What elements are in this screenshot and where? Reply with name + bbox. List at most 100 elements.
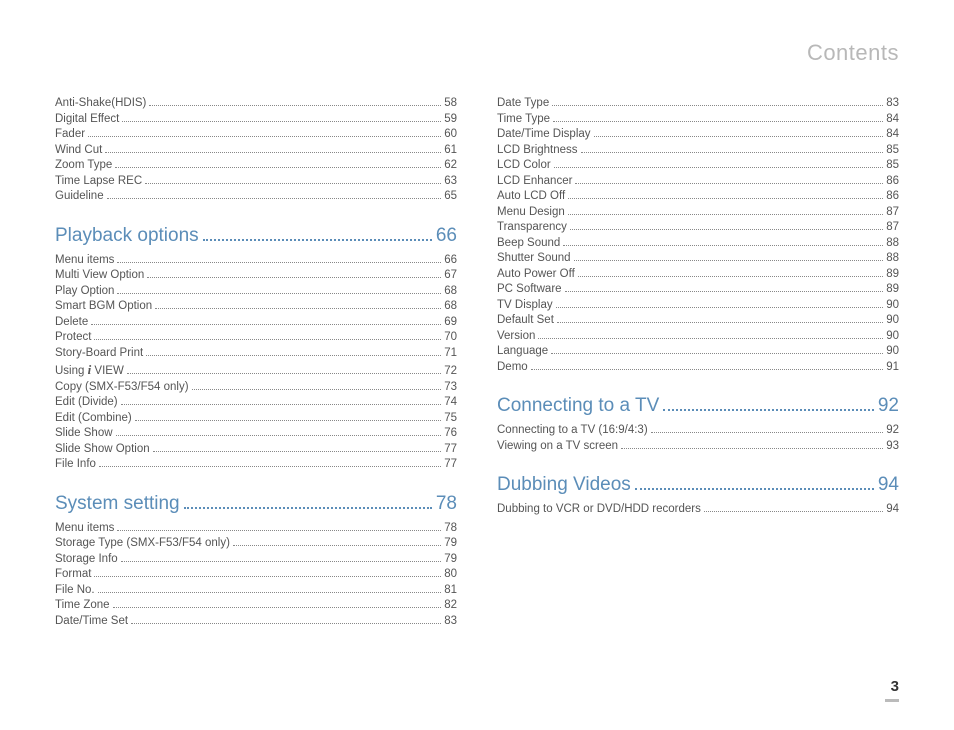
- toc-entry[interactable]: Fader60: [55, 127, 457, 143]
- toc-entry-label: Time Type: [497, 112, 550, 128]
- toc-entry[interactable]: Version90: [497, 329, 899, 345]
- toc-entry[interactable]: Storage Info79: [55, 552, 457, 568]
- toc-entry[interactable]: Beep Sound88: [497, 236, 899, 252]
- toc-entry-label: Protect: [55, 330, 91, 346]
- toc-entry[interactable]: File Info77: [55, 457, 457, 473]
- toc-entry-label: Auto Power Off: [497, 267, 575, 283]
- toc-leader-dots: [594, 136, 884, 137]
- toc-leader-dots: [575, 183, 883, 184]
- toc-entry-label: Slide Show: [55, 426, 113, 442]
- toc-leader-dots: [578, 276, 883, 277]
- toc-entry[interactable]: Format80: [55, 567, 457, 583]
- toc-entry[interactable]: Time Lapse REC63: [55, 174, 457, 190]
- toc-leader-dots: [553, 121, 883, 122]
- toc-leader-dots: [184, 507, 432, 509]
- toc-entry-page: 83: [886, 96, 899, 112]
- toc-leader-dots: [88, 136, 441, 137]
- left-column: Anti-Shake(HDIS)58Digital Effect59Fader6…: [55, 96, 457, 629]
- toc-entry[interactable]: Storage Type (SMX-F53/F54 only)79: [55, 536, 457, 552]
- toc-section-page: 78: [436, 493, 457, 515]
- toc-leader-dots: [117, 293, 441, 294]
- toc-leader-dots: [551, 353, 883, 354]
- toc-entry-label: TV Display: [497, 298, 553, 314]
- toc-entry-page: 92: [886, 423, 899, 439]
- toc-entry[interactable]: Slide Show76: [55, 426, 457, 442]
- toc-entry[interactable]: Slide Show Option77: [55, 442, 457, 458]
- toc-entry[interactable]: Copy (SMX-F53/F54 only)73: [55, 380, 457, 396]
- toc-entry-label: Edit (Combine): [55, 411, 132, 427]
- toc-entry[interactable]: Guideline65: [55, 189, 457, 205]
- toc-entry[interactable]: LCD Enhancer86: [497, 174, 899, 190]
- toc-leader-dots: [146, 355, 441, 356]
- toc-entry[interactable]: Menu items78: [55, 521, 457, 537]
- toc-entry[interactable]: Time Zone82: [55, 598, 457, 614]
- toc-entry[interactable]: PC Software 89: [497, 282, 899, 298]
- toc-entry-page: 59: [444, 112, 457, 128]
- toc-entry-page: 79: [444, 552, 457, 568]
- toc-leader-dots: [570, 229, 883, 230]
- toc-entry-page: 91: [886, 360, 899, 376]
- toc-entry-page: 89: [886, 282, 899, 298]
- toc-leader-dots: [581, 152, 884, 153]
- toc-leader-dots: [127, 373, 441, 374]
- toc-entry[interactable]: TV Display90: [497, 298, 899, 314]
- toc-entry[interactable]: Connecting to a TV (16:9/4:3)92: [497, 423, 899, 439]
- toc-entry-page: 88: [886, 251, 899, 267]
- toc-entry[interactable]: File No.81: [55, 583, 457, 599]
- toc-entry[interactable]: Story-Board Print71: [55, 346, 457, 362]
- toc-entry-label: Play Option: [55, 284, 114, 300]
- toc-entry-label: Zoom Type: [55, 158, 112, 174]
- toc-leader-dots: [556, 307, 884, 308]
- toc-section-heading[interactable]: System setting 78: [55, 493, 457, 515]
- toc-entry[interactable]: Digital Effect59: [55, 112, 457, 128]
- toc-section-page: 94: [878, 474, 899, 496]
- toc-entry[interactable]: Viewing on a TV screen93: [497, 439, 899, 455]
- toc-entry[interactable]: Smart BGM Option68: [55, 299, 457, 315]
- toc-entry[interactable]: Multi View Option67: [55, 268, 457, 284]
- toc-leader-dots: [552, 105, 883, 106]
- toc-entry[interactable]: Auto Power Off89: [497, 267, 899, 283]
- toc-entry[interactable]: Date/Time Display84: [497, 127, 899, 143]
- toc-entry[interactable]: Anti-Shake(HDIS)58: [55, 96, 457, 112]
- toc-entry-page: 90: [886, 329, 899, 345]
- toc-entry[interactable]: Zoom Type62: [55, 158, 457, 174]
- toc-leader-dots: [704, 511, 883, 512]
- toc-entry[interactable]: Menu items66: [55, 253, 457, 269]
- toc-entry[interactable]: LCD Brightness85: [497, 143, 899, 159]
- toc-entry-page: 79: [444, 536, 457, 552]
- toc-entry[interactable]: Play Option68: [55, 284, 457, 300]
- toc-entry[interactable]: Protect70: [55, 330, 457, 346]
- toc-entry[interactable]: Delete69: [55, 315, 457, 331]
- toc-entry[interactable]: Language90: [497, 344, 899, 360]
- toc-entry[interactable]: Edit (Combine)75: [55, 411, 457, 427]
- toc-section-heading[interactable]: Playback options 66: [55, 225, 457, 247]
- toc-section-label: Connecting to a TV: [497, 395, 659, 417]
- toc-section-page: 66: [436, 225, 457, 247]
- toc-entry[interactable]: Transparency87: [497, 220, 899, 236]
- toc-entry[interactable]: Wind Cut61: [55, 143, 457, 159]
- toc-entry[interactable]: Menu Design87: [497, 205, 899, 221]
- toc-entry[interactable]: Dubbing to VCR or DVD/HDD recorders94: [497, 502, 899, 518]
- toc-section-heading[interactable]: Dubbing Videos 94: [497, 474, 899, 496]
- toc-leader-dots: [153, 451, 442, 452]
- toc-leader-dots: [651, 432, 884, 433]
- toc-entry-label: Slide Show Option: [55, 442, 150, 458]
- toc-entry-label: PC Software: [497, 282, 562, 298]
- toc-entry-label: Copy (SMX-F53/F54 only): [55, 380, 189, 396]
- toc-entry[interactable]: Default Set90: [497, 313, 899, 329]
- toc-entry[interactable]: Time Type84: [497, 112, 899, 128]
- toc-entry-label: Demo: [497, 360, 528, 376]
- toc-entry[interactable]: Date Type83: [497, 96, 899, 112]
- toc-section-heading[interactable]: Connecting to a TV 92: [497, 395, 899, 417]
- toc-entry[interactable]: Edit (Divide)74: [55, 395, 457, 411]
- toc-entry[interactable]: LCD Color85: [497, 158, 899, 174]
- toc-entry[interactable]: Using i VIEW72: [55, 361, 457, 380]
- toc-section-label: System setting: [55, 493, 180, 515]
- toc-entry[interactable]: Shutter Sound 88: [497, 251, 899, 267]
- toc-entry[interactable]: Demo 91: [497, 360, 899, 376]
- toc-entry-label: Shutter Sound: [497, 251, 571, 267]
- right-column: Date Type83Time Type84Date/Time Display8…: [497, 96, 899, 629]
- toc-entry[interactable]: Date/Time Set83: [55, 614, 457, 630]
- toc-entry-page: 86: [886, 189, 899, 205]
- toc-entry[interactable]: Auto LCD Off86: [497, 189, 899, 205]
